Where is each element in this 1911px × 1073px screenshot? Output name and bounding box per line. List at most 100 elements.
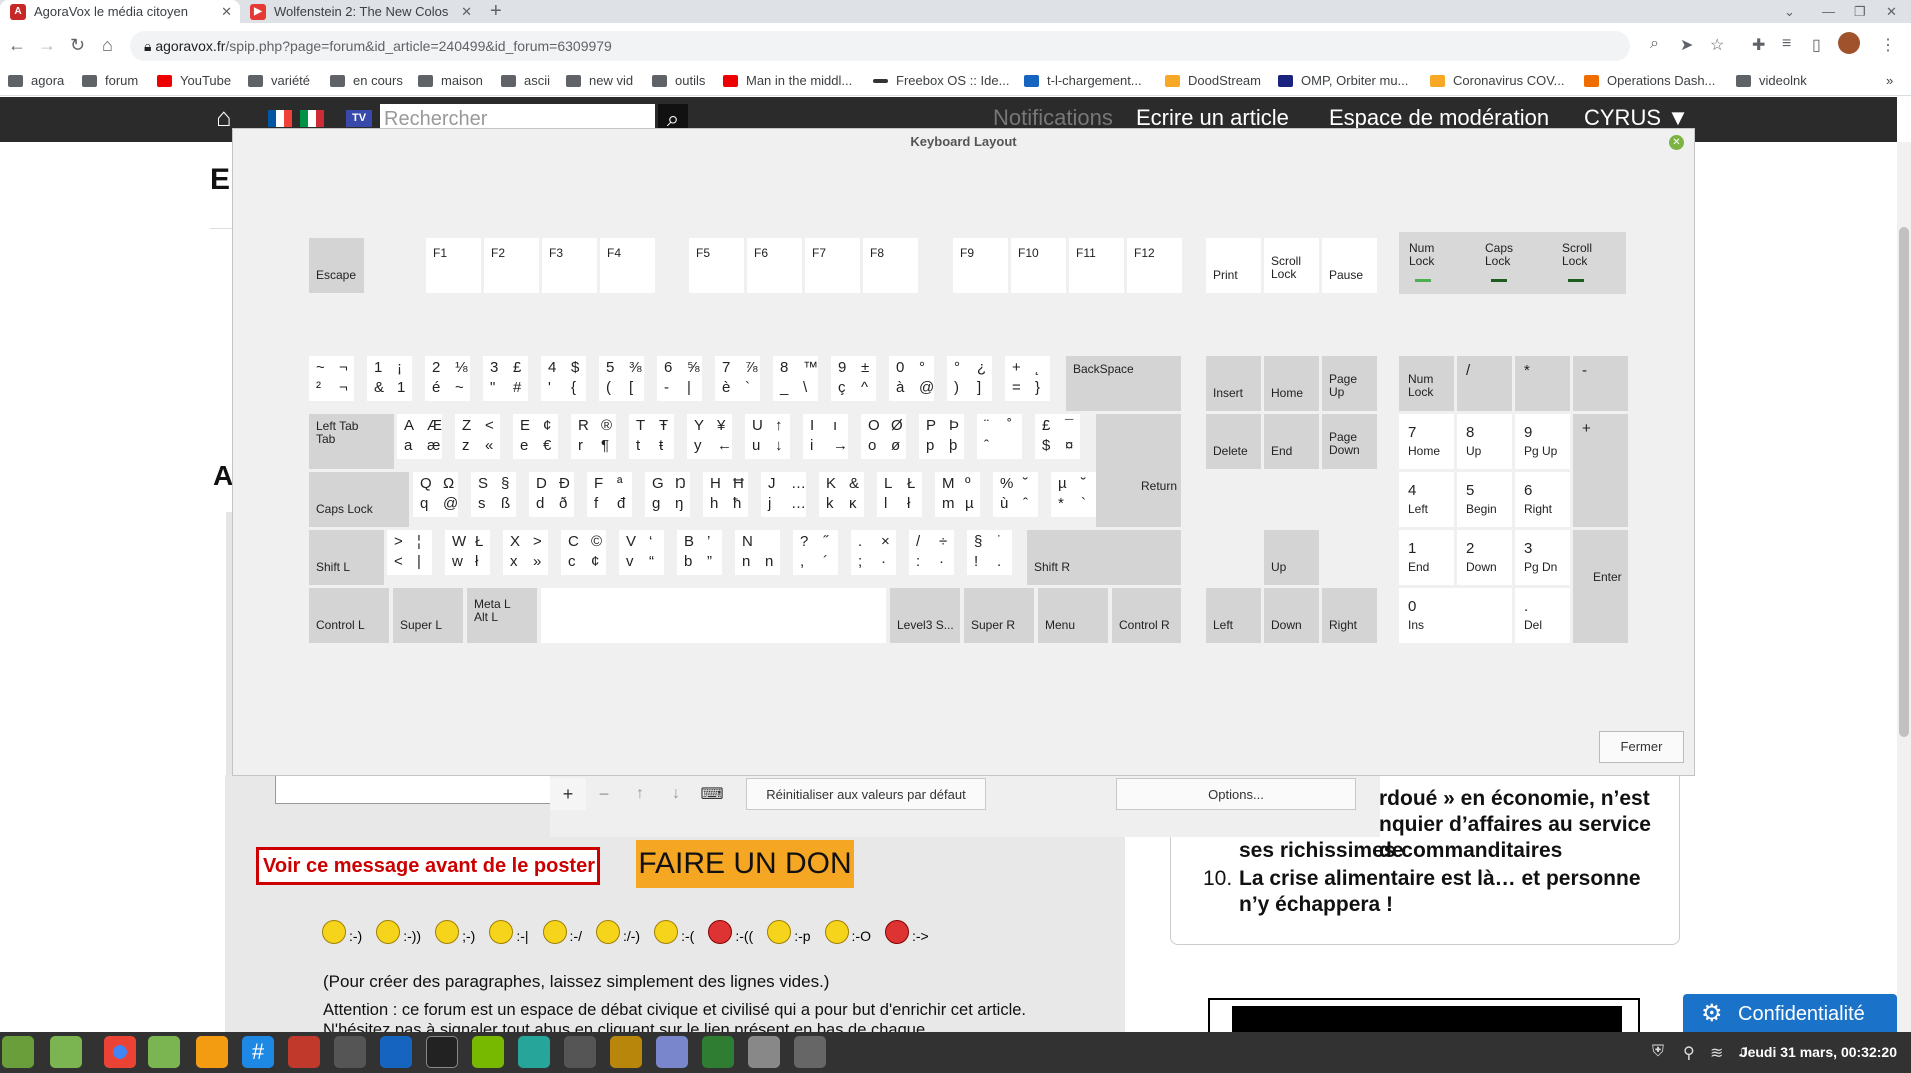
numpad-key[interactable]: . Del bbox=[1515, 588, 1570, 643]
smiley-item[interactable]: :-(( bbox=[708, 920, 753, 944]
key-menu[interactable]: Menu bbox=[1038, 588, 1108, 643]
location-icon[interactable]: ⚲ bbox=[1683, 1043, 1695, 1063]
key-nav[interactable]: Up bbox=[1264, 530, 1319, 585]
key-9[interactable]: 9 ± ç ^ bbox=[831, 356, 876, 401]
hashtag-icon[interactable]: # bbox=[242, 1036, 274, 1068]
preview-button[interactable]: Voir ce message avant de le poster bbox=[256, 847, 600, 885]
key-F[interactable]: Fª f đ bbox=[587, 472, 632, 517]
home-icon[interactable]: ⌂ bbox=[216, 102, 232, 133]
calculator-icon[interactable] bbox=[564, 1036, 596, 1068]
close-window-button[interactable]: ✕ bbox=[1886, 0, 1897, 23]
numpad-key[interactable]: 7 Home bbox=[1399, 414, 1454, 469]
key-E[interactable]: E ¢ e € bbox=[513, 414, 558, 459]
french-flag-icon[interactable] bbox=[268, 110, 292, 127]
key-nav[interactable]: Right bbox=[1322, 588, 1377, 643]
key-Z[interactable]: Z < z « bbox=[455, 414, 500, 459]
files-icon[interactable] bbox=[148, 1036, 180, 1068]
key-Y[interactable]: Y ¥ y ← bbox=[687, 414, 732, 459]
key-F10[interactable]: F10 bbox=[1011, 238, 1066, 293]
clock[interactable]: Jeudi 31 mars, 00:32:20 bbox=[1740, 1032, 1897, 1073]
numpad-key[interactable]: + bbox=[1573, 414, 1628, 527]
key-0[interactable]: 0 ° à @ bbox=[889, 356, 934, 401]
tux-icon[interactable] bbox=[334, 1036, 366, 1068]
comment-textarea[interactable] bbox=[275, 772, 555, 804]
key-2[interactable]: 2 ⅛ é ~ bbox=[425, 356, 470, 401]
key-nav[interactable]: Page Up bbox=[1322, 356, 1377, 411]
key-7[interactable]: 7 ⅞ è ` bbox=[715, 356, 760, 401]
key->[interactable]: > ¦ < | bbox=[387, 530, 432, 575]
key-control-left[interactable]: Control L bbox=[309, 588, 389, 643]
key-4[interactable]: 4 $ ' { bbox=[541, 356, 586, 401]
key-D[interactable]: DÐdð bbox=[529, 472, 574, 517]
keyboard-icon[interactable]: ⌨ bbox=[694, 778, 730, 810]
bookmark-item[interactable]: ascii bbox=[501, 73, 550, 88]
close-tab-icon[interactable]: ✕ bbox=[221, 4, 232, 20]
key-tab[interactable]: Left Tab Tab bbox=[309, 414, 394, 469]
smiley-item[interactable]: :-| bbox=[489, 920, 529, 944]
key-F7[interactable]: F7 bbox=[805, 238, 860, 293]
bookmark-item[interactable]: Freebox OS :: Ide... bbox=[873, 73, 1009, 88]
key-F11[interactable]: F11 bbox=[1069, 238, 1124, 293]
key-nav[interactable]: Left bbox=[1206, 588, 1261, 643]
key-P[interactable]: PÞpþ bbox=[919, 414, 964, 459]
key-H[interactable]: HĦhħ bbox=[703, 472, 748, 517]
article-line[interactable]: ses richissimes commanditaires bbox=[1239, 838, 1669, 864]
key-X[interactable]: X > x » bbox=[503, 530, 548, 575]
tab-wolfenstein[interactable]: ▶ Wolfenstein 2: The New Colos ✕ bbox=[240, 0, 480, 23]
key-F9[interactable]: F9 bbox=[953, 238, 1008, 293]
key-+[interactable]: + ˛ =} bbox=[1005, 356, 1050, 401]
key-nav[interactable]: Down bbox=[1264, 588, 1319, 643]
privacy-button[interactable]: ⚙ Confidentialité bbox=[1683, 994, 1897, 1034]
key-caps-lock[interactable]: Caps Lock bbox=[309, 472, 409, 527]
key-F4[interactable]: F4 bbox=[600, 238, 655, 293]
bookmark-item[interactable]: variété bbox=[248, 73, 310, 88]
reset-defaults-button[interactable]: Réinitialiser aux valeurs par défaut bbox=[746, 778, 986, 810]
key-§[interactable]: § ˙!. bbox=[967, 530, 1012, 575]
key-space[interactable] bbox=[541, 588, 886, 643]
close-tab-icon[interactable]: ✕ bbox=[461, 4, 472, 20]
key-nav[interactable]: Page Down bbox=[1322, 414, 1377, 469]
smiley-item[interactable]: :-( bbox=[654, 920, 694, 944]
key-K[interactable]: K & k ĸ bbox=[819, 472, 864, 517]
smiley-item[interactable]: ;-) bbox=[435, 920, 475, 944]
key-shift-right[interactable]: Shift R bbox=[1027, 530, 1181, 585]
close-icon[interactable]: ✕ bbox=[1669, 135, 1684, 150]
key-escape[interactable]: Escape bbox=[309, 238, 364, 293]
bookmark-item[interactable]: new vid bbox=[566, 73, 633, 88]
diablo-icon[interactable] bbox=[610, 1036, 642, 1068]
key-F5[interactable]: F5 bbox=[689, 238, 744, 293]
key-%[interactable]: % ˘ ù ˆ bbox=[993, 472, 1038, 517]
reload-icon[interactable]: ↻ bbox=[70, 35, 85, 56]
bookmark-item[interactable]: agora bbox=[8, 73, 64, 88]
bookmark-item[interactable]: t-l-chargement... bbox=[1024, 73, 1142, 88]
menu-kebab-icon[interactable]: ⋮ bbox=[1880, 35, 1896, 55]
bookmark-item[interactable]: maison bbox=[418, 73, 483, 88]
smiley-item[interactable]: :/-) bbox=[595, 920, 640, 944]
key-nav[interactable]: End bbox=[1264, 414, 1319, 469]
firewall-icon[interactable] bbox=[288, 1036, 320, 1068]
media-icon[interactable]: ≡ bbox=[1782, 35, 1791, 53]
page-scrollbar[interactable] bbox=[1897, 142, 1911, 1032]
maximize-button[interactable]: ❐ bbox=[1854, 0, 1866, 23]
chrome-icon[interactable] bbox=[104, 1036, 136, 1068]
key-.[interactable]: . ×; · bbox=[851, 530, 896, 575]
key-return[interactable]: Return bbox=[1096, 414, 1181, 527]
numpad-key[interactable]: Num Lock bbox=[1399, 356, 1454, 411]
key-R[interactable]: R ® r ¶ bbox=[571, 414, 616, 459]
notes-icon[interactable] bbox=[656, 1036, 688, 1068]
bookmark-item[interactable]: outils bbox=[652, 73, 705, 88]
key-5[interactable]: 5 ⅜ ([ bbox=[599, 356, 644, 401]
smiley-item[interactable]: :-p bbox=[767, 920, 811, 944]
key-W[interactable]: WŁwł bbox=[445, 530, 490, 575]
key-£[interactable]: £ ¯ $ ¤ bbox=[1035, 414, 1080, 459]
bookmark-star-icon[interactable]: ☆ bbox=[1710, 35, 1724, 55]
move-down-button[interactable]: ↓ bbox=[658, 778, 694, 810]
key-S[interactable]: S § s ß bbox=[471, 472, 516, 517]
key-µ[interactable]: µ ˘ * ` bbox=[1051, 472, 1096, 517]
key-/[interactable]: / ÷: · bbox=[909, 530, 954, 575]
key-sys[interactable]: Scroll Lock bbox=[1264, 238, 1319, 293]
app-icon[interactable] bbox=[196, 1036, 228, 1068]
key-F12[interactable]: F12 bbox=[1127, 238, 1182, 293]
donate-button[interactable]: FAIRE UN DON bbox=[636, 840, 854, 888]
tv-icon[interactable]: TV bbox=[346, 110, 372, 127]
